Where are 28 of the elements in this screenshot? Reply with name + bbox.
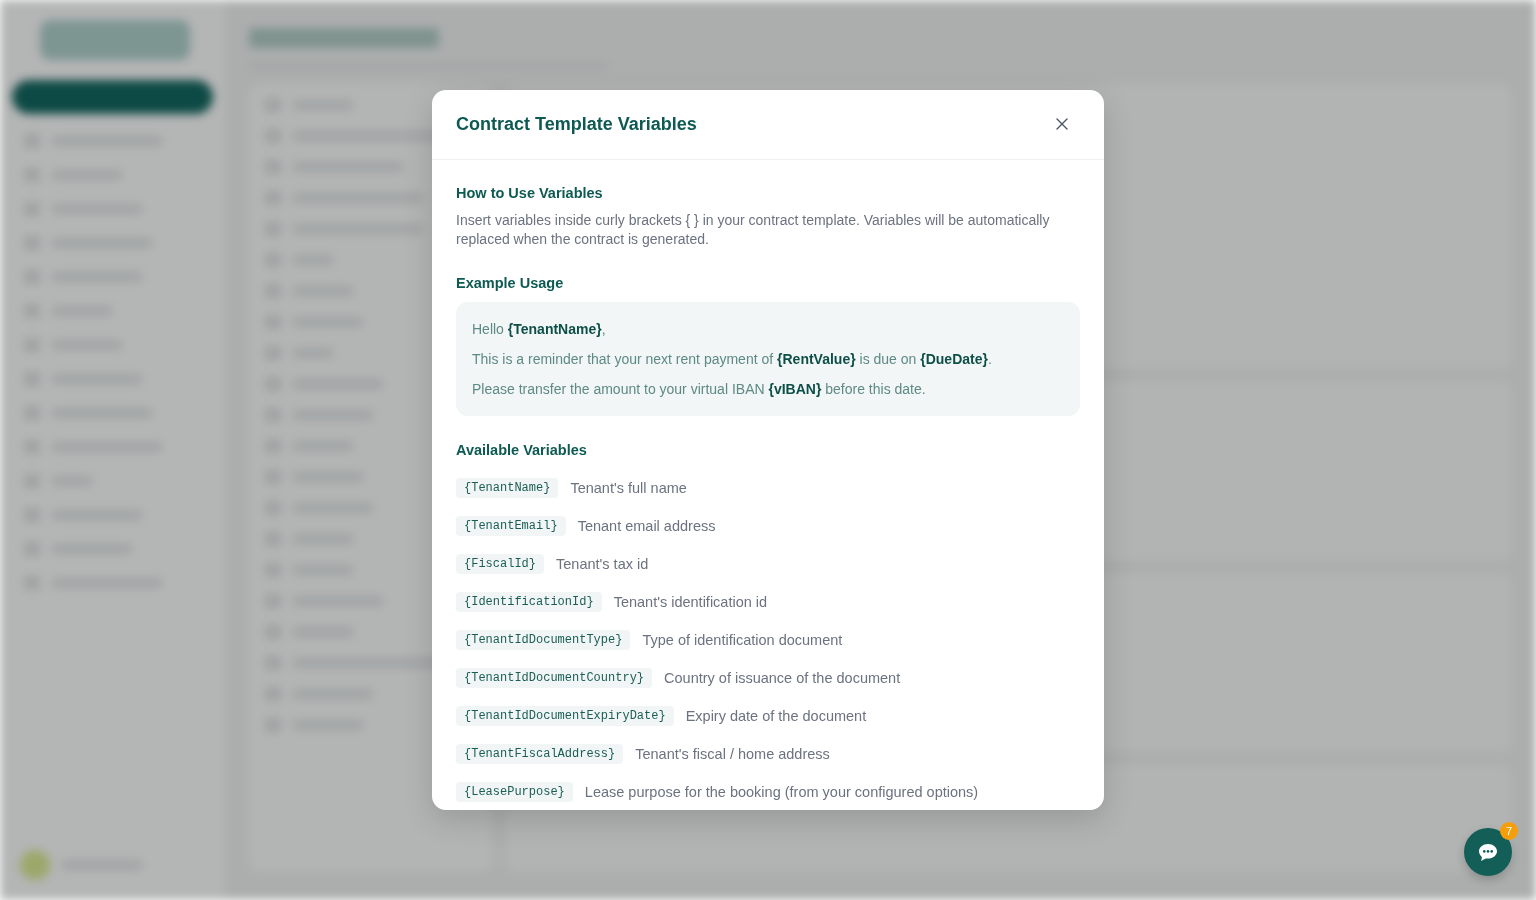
variable-token: {FiscalId} — [456, 554, 544, 574]
variable-description: Tenant's fiscal / home address — [635, 745, 830, 764]
modal-title: Contract Template Variables — [456, 113, 697, 135]
variable-description: Type of identification document — [642, 631, 843, 650]
variable-token: {LeasePurpose} — [456, 782, 573, 802]
section-heading: How to Use Variables — [456, 184, 604, 203]
variable-token: {TenantFiscalAddress} — [456, 744, 624, 764]
variable-token: {TenantIdDocumentExpiryDate} — [456, 706, 674, 726]
variable-description: Tenant email address — [577, 517, 716, 536]
variable-token: {TenantName} — [456, 478, 559, 498]
variable-description: Lease purpose for the booking (from your configured options) — [584, 783, 979, 802]
variable-token: {TenantIdDocumentType} — [456, 630, 631, 650]
section-heading: Available Variables — [456, 441, 588, 460]
example-line: Please transfer the amount to your virtual IBAN {vIBAN} before this date. — [472, 380, 927, 399]
variable-token: {IdentificationId} — [456, 592, 602, 612]
variable-description: Country of issuance of the document — [664, 669, 901, 688]
variable-token: {TenantIdDocumentCountry} — [456, 668, 653, 688]
variable-token: {TenantEmail} — [456, 516, 566, 536]
variable-description: Tenant's identification id — [613, 593, 768, 612]
example-line: This is a reminder that your next rent payment of {RentValue} is due on {DueDate}. — [472, 350, 993, 369]
variable-description: Expiry date of the document — [685, 707, 867, 726]
variable-description: Tenant's tax id — [556, 555, 649, 574]
instructions-text: Insert variables inside curly brackets { } in your contract template. Variables will be automatically replaced when the contract is generated. — [456, 211, 1051, 249]
chat-bubble-icon — [1478, 842, 1498, 862]
close-icon — [1056, 118, 1068, 130]
variable-description: Tenant's full name — [570, 479, 687, 498]
example-line: Hello {TenantName}, — [472, 320, 607, 339]
section-heading: Example Usage — [456, 274, 565, 293]
